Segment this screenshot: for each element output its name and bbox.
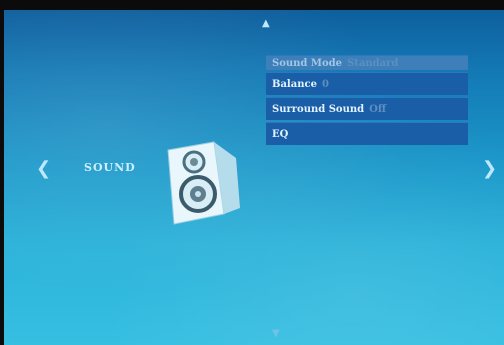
page-title: SOUND — [84, 161, 136, 174]
tv-screen: ▲ ▼ ❮ ❯ SOUND Sound Mode Standard Balanc… — [4, 10, 504, 345]
sound-menu: Sound Mode Standard Balance 0 Surround S… — [266, 55, 468, 147]
menu-item-balance[interactable]: Balance 0 — [266, 72, 468, 95]
menu-item-sound-mode[interactable]: Sound Mode Standard — [266, 55, 468, 70]
menu-item-surround-sound[interactable]: Surround Sound Off — [266, 97, 468, 120]
right-arrow-icon[interactable]: ❯ — [482, 158, 497, 179]
speaker-icon — [167, 141, 240, 225]
down-arrow-icon[interactable]: ▼ — [272, 328, 280, 339]
menu-item-label: EQ — [272, 128, 289, 140]
left-arrow-icon[interactable]: ❮ — [36, 158, 51, 179]
menu-item-value: Off — [369, 103, 387, 115]
menu-item-value: Standard — [347, 57, 399, 69]
menu-item-label: Balance — [272, 78, 317, 90]
menu-item-label: Sound Mode — [272, 57, 342, 69]
menu-item-label: Surround Sound — [272, 103, 365, 115]
up-arrow-icon[interactable]: ▲ — [262, 18, 270, 29]
menu-item-eq[interactable]: EQ — [266, 122, 468, 145]
menu-item-value: 0 — [321, 78, 329, 90]
